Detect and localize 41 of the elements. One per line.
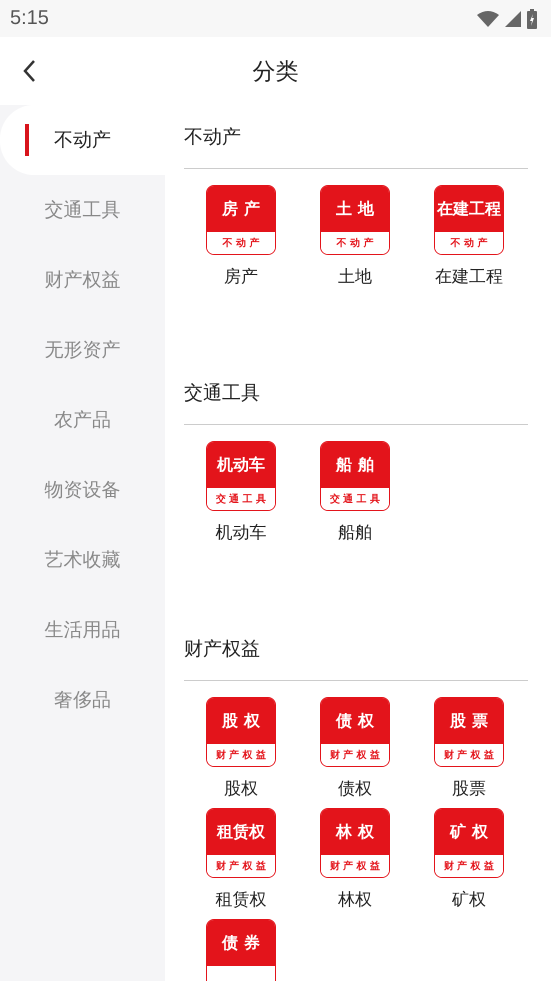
wifi-icon bbox=[477, 10, 499, 26]
signal-icon bbox=[505, 10, 521, 26]
category-label: 矿权 bbox=[452, 889, 486, 911]
category-tile[interactable]: 在建工程 不 动 产 bbox=[434, 185, 504, 255]
section-title: 不动产 bbox=[184, 105, 528, 169]
category-tile[interactable]: 矿 权 财 产 权 益 bbox=[434, 808, 504, 878]
category-label: 股权 bbox=[224, 778, 258, 800]
page-title: 分类 bbox=[252, 58, 298, 86]
category-label: 船舶 bbox=[338, 522, 372, 544]
category-label: 林权 bbox=[338, 889, 372, 911]
sidebar-item[interactable]: 生活用品 bbox=[0, 595, 165, 665]
chevron-left-icon bbox=[22, 59, 36, 83]
category-tile[interactable]: 林 权 财 产 权 益 bbox=[320, 808, 390, 878]
category-label: 房产 bbox=[224, 266, 258, 288]
category-tile[interactable]: 土 地 不 动 产 bbox=[320, 185, 390, 255]
category-tile[interactable]: 机动车 交 通 工 具 bbox=[206, 441, 276, 511]
category-label: 在建工程 bbox=[435, 266, 503, 288]
category-label: 机动车 bbox=[216, 522, 266, 544]
status-time: 5:15 bbox=[10, 7, 49, 30]
category-tile[interactable]: 债 权 财 产 权 益 bbox=[320, 697, 390, 767]
sidebar-item[interactable]: 物资设备 bbox=[0, 455, 165, 525]
category-label: 股票 bbox=[452, 778, 486, 800]
battery-icon bbox=[527, 8, 537, 28]
sidebar-item[interactable]: 无形资产 bbox=[0, 315, 165, 385]
category-label: 土地 bbox=[338, 266, 372, 288]
sidebar-item[interactable]: 交通工具 bbox=[0, 175, 165, 245]
section-title: 交通工具 bbox=[184, 361, 528, 425]
category-tile[interactable]: 股 权 财 产 权 益 bbox=[206, 697, 276, 767]
category-tile[interactable]: 房 产 不 动 产 bbox=[206, 185, 276, 255]
sidebar-item[interactable]: 不动产 bbox=[0, 105, 165, 175]
sidebar-item[interactable]: 财产权益 bbox=[0, 245, 165, 315]
sidebar-item[interactable]: 奢侈品 bbox=[0, 665, 165, 735]
category-tile[interactable]: 股 票 财 产 权 益 bbox=[434, 697, 504, 767]
sidebar-item[interactable]: 艺术收藏 bbox=[0, 525, 165, 595]
section-title: 财产权益 bbox=[184, 617, 528, 681]
category-label: 租赁权 bbox=[216, 889, 266, 911]
category-tile[interactable]: 债 券 bbox=[206, 919, 276, 981]
category-label: 债权 bbox=[338, 778, 372, 800]
category-tile[interactable]: 船 舶 交 通 工 具 bbox=[320, 441, 390, 511]
category-tile[interactable]: 租赁权 财 产 权 益 bbox=[206, 808, 276, 878]
sidebar-item[interactable]: 农产品 bbox=[0, 385, 165, 455]
